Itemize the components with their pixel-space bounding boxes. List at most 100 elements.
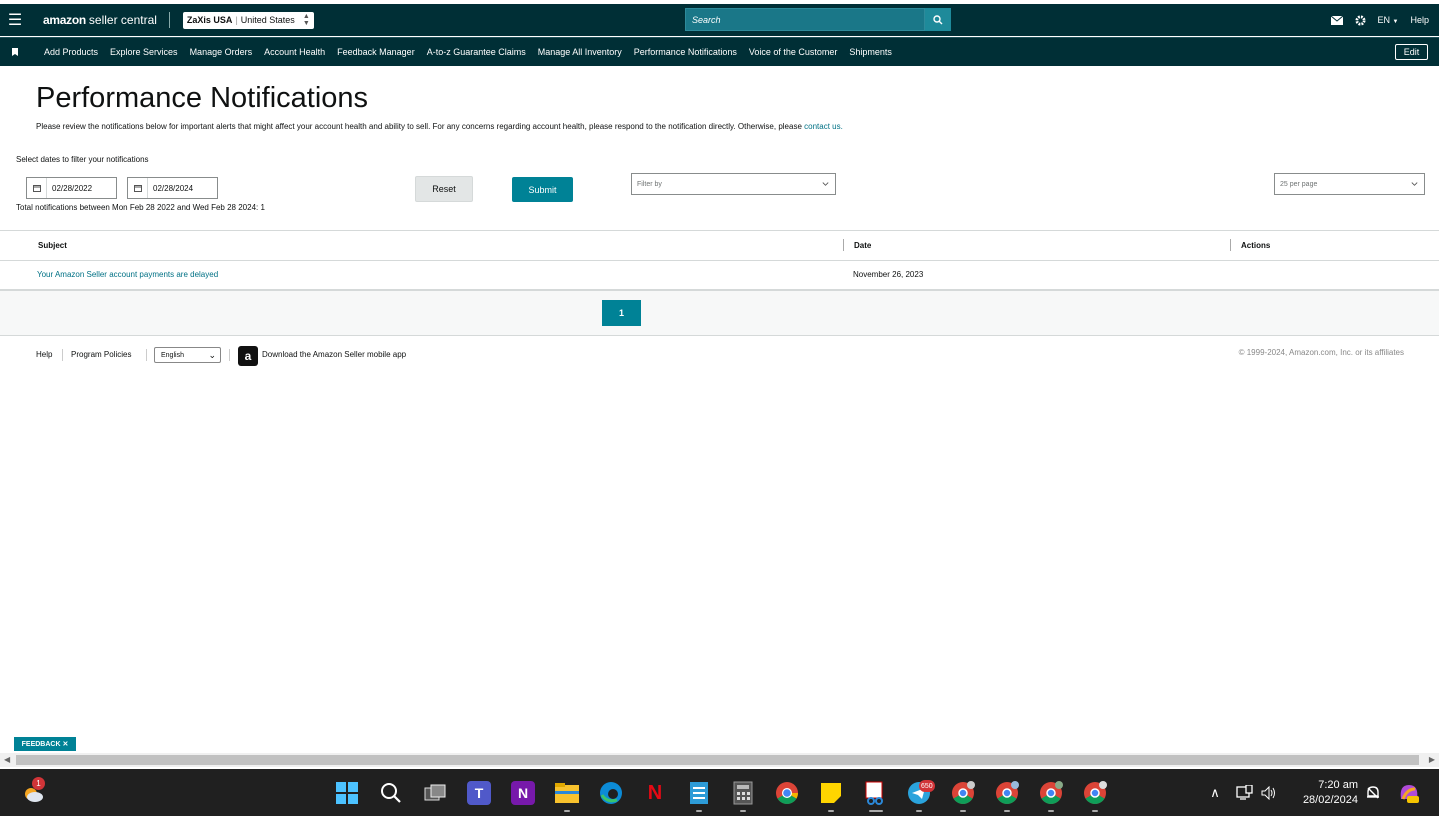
sticky-notes-icon[interactable] (819, 781, 843, 805)
nav-item-manage-inventory[interactable]: Manage All Inventory (538, 47, 622, 57)
chrome-profile-icon[interactable] (951, 781, 975, 805)
header-actions: Actions (1241, 241, 1271, 250)
calendar-icon (27, 178, 47, 198)
teams-icon[interactable]: T (467, 781, 491, 805)
weather-badge: 1 (32, 777, 45, 790)
column-divider (1230, 239, 1231, 251)
notification-subject-link[interactable]: Your Amazon Seller account payments are … (37, 270, 218, 279)
table-header: Subject Date Actions (0, 231, 1439, 261)
scroll-left-icon[interactable]: ◀ (4, 755, 10, 764)
header-subject[interactable]: Subject (38, 241, 67, 250)
scroll-right-icon[interactable]: ▶ (1429, 755, 1435, 764)
search-input[interactable]: Search (685, 8, 925, 31)
seller-central-logo[interactable]: amazon seller central (43, 13, 157, 27)
snipping-tool-icon[interactable] (863, 781, 887, 805)
running-indicator (740, 810, 746, 812)
nav-item-a-to-z-claims[interactable]: A-to-z Guarantee Claims (427, 47, 526, 57)
search-icon (933, 14, 943, 24)
chevron-down-icon (1411, 182, 1418, 186)
telegram-badge: 650 (919, 780, 935, 792)
nav-item-explore-services[interactable]: Explore Services (110, 47, 178, 57)
contact-us-link[interactable]: contact us. (804, 122, 843, 131)
filter-by-select[interactable]: Filter by (631, 173, 836, 195)
divider (229, 349, 230, 361)
onenote-icon[interactable]: N (511, 781, 535, 805)
running-indicator (1004, 810, 1010, 812)
chevron-up-icon[interactable]: ∧ (1203, 781, 1227, 805)
footer-help-link[interactable]: Help (36, 350, 52, 359)
chrome-profile-icon[interactable] (1083, 781, 1107, 805)
search-button[interactable] (925, 8, 951, 31)
per-page-select[interactable]: 25 per page (1274, 173, 1425, 195)
nav-bar: Add Products Explore Services Manage Ord… (0, 37, 1439, 66)
total-notifications-text: Total notifications between Mon Feb 28 2… (16, 203, 265, 212)
footer-language-value: English (161, 351, 184, 359)
amazon-app-icon[interactable]: a (238, 346, 258, 366)
end-date-value: 02/28/2024 (153, 183, 194, 193)
start-date-field[interactable]: 02/28/2022 (26, 177, 117, 199)
search-icon[interactable] (379, 781, 403, 805)
intro-body: Please review the notifications below fo… (36, 122, 802, 131)
feedback-button[interactable]: FEEDBACK ✕ (14, 737, 76, 751)
updown-icon: ▲ ▼ (302, 13, 310, 27)
submit-button[interactable]: Submit (512, 177, 573, 202)
nav-item-performance-notifications[interactable]: Performance Notifications (634, 47, 737, 57)
copilot-icon[interactable] (1397, 781, 1421, 805)
nav-item-manage-orders[interactable]: Manage Orders (190, 47, 253, 57)
system-clock[interactable]: 7:20 am 28/02/2024 (1294, 778, 1358, 808)
chevron-down-icon: ▼ (1392, 19, 1399, 25)
network-icon[interactable] (1233, 781, 1257, 805)
divider (146, 349, 147, 361)
chrome-profile-icon[interactable] (995, 781, 1019, 805)
chrome-icon[interactable] (775, 781, 799, 805)
nav-item-account-health[interactable]: Account Health (264, 47, 325, 57)
language-label: EN (1377, 15, 1391, 25)
account-selector[interactable]: ZaXis USA | United States ▲ ▼ (182, 11, 314, 29)
intro-text: Please review the notifications below fo… (36, 122, 843, 131)
chrome-profile-icon[interactable] (1039, 781, 1063, 805)
notifications-icon[interactable] (1361, 781, 1385, 805)
nav-item-add-products[interactable]: Add Products (44, 47, 98, 57)
end-date-field[interactable]: 02/28/2024 (127, 177, 218, 199)
notification-date: November 26, 2023 (853, 270, 924, 279)
pagination: 1 (0, 290, 1439, 336)
nav-item-voice-of-customer[interactable]: Voice of the Customer (749, 47, 838, 57)
nav-item-shipments[interactable]: Shipments (849, 47, 892, 57)
chevron-down-icon: ⌄ (208, 350, 216, 360)
task-view-icon[interactable] (423, 781, 447, 805)
bookmark-icon[interactable] (0, 48, 30, 56)
help-link[interactable]: Help (1410, 15, 1429, 25)
netflix-icon[interactable]: N (643, 781, 667, 805)
mobile-app-link[interactable]: Download the Amazon Seller mobile app (262, 350, 406, 359)
windows-start-icon[interactable] (335, 781, 359, 805)
start-date-value: 02/28/2022 (52, 183, 93, 193)
file-explorer-icon[interactable] (555, 781, 579, 805)
language-selector[interactable]: EN ▼ (1378, 15, 1399, 25)
reset-button[interactable]: Reset (415, 176, 473, 202)
date-filter-label: Select dates to filter your notification… (16, 155, 149, 164)
scrollbar-thumb[interactable] (16, 755, 1419, 765)
gear-icon[interactable] (1354, 14, 1366, 26)
calculator-icon[interactable] (731, 781, 755, 805)
logo-rest: seller central (88, 13, 157, 27)
menu-icon[interactable]: ☰ (0, 4, 30, 36)
volume-icon[interactable] (1257, 781, 1281, 805)
footer-policies-link[interactable]: Program Policies (71, 350, 131, 359)
nav-item-feedback-manager[interactable]: Feedback Manager (337, 47, 415, 57)
mail-icon[interactable] (1330, 15, 1343, 25)
notepad-icon[interactable] (687, 781, 711, 805)
divider (62, 349, 63, 361)
page-button[interactable]: 1 (602, 300, 641, 326)
filter-by-placeholder: Filter by (637, 180, 662, 188)
footer-language-select[interactable]: English ⌄ (154, 347, 221, 363)
running-indicator (1092, 810, 1098, 812)
column-divider (843, 239, 844, 251)
running-indicator (960, 810, 966, 812)
windows-taskbar: 1 T N N 650 ∧ 7:20 am 28/02/2024 (0, 769, 1439, 816)
edit-nav-button[interactable]: Edit (1395, 44, 1428, 60)
horizontal-scrollbar[interactable]: ◀ ▶ (0, 753, 1439, 767)
chevron-down-icon (822, 182, 829, 186)
edge-icon[interactable] (599, 781, 623, 805)
header-date[interactable]: Date (854, 241, 871, 250)
running-indicator (869, 810, 883, 812)
